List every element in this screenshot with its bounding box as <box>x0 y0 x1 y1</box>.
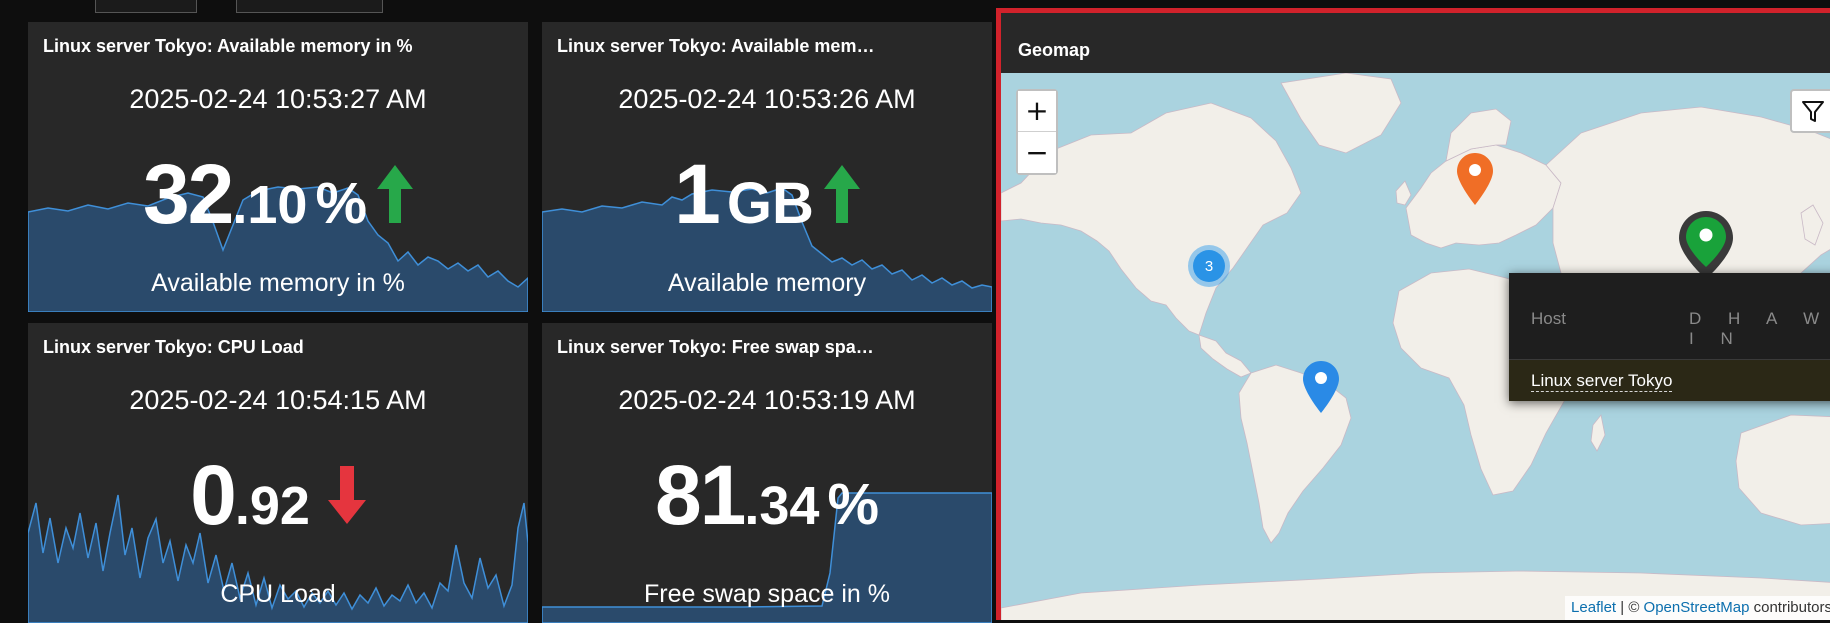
marker-cluster[interactable]: 3 <box>1188 245 1230 287</box>
map-marker-orange[interactable] <box>1457 153 1493 210</box>
trend-up-arrow-icon <box>823 165 860 228</box>
cluster-count: 3 <box>1193 250 1225 282</box>
widget-title: Linux server Tokyo: Available mem… <box>557 36 875 56</box>
attribution-separator: | © <box>1616 599 1644 616</box>
top-tab-strip <box>0 0 1000 13</box>
widget-value: 81.34% <box>542 447 992 544</box>
value-decimal: .10 <box>232 175 308 235</box>
widget-description: Free swap space in % <box>644 580 890 608</box>
widget-value: 32.10% <box>28 146 528 243</box>
leaflet-link[interactable]: Leaflet <box>1571 599 1616 616</box>
widget-title: Linux server Tokyo: Available memory in … <box>43 36 413 56</box>
map-pin-icon <box>1457 153 1493 205</box>
tooltip-severity-columns: D H A W I N <box>1689 309 1830 348</box>
map-pin-icon <box>1679 211 1733 279</box>
value-unit: % <box>315 171 368 236</box>
openstreetmap-link[interactable]: OpenStreetMap <box>1644 599 1750 616</box>
trend-up-arrow-icon <box>377 165 414 228</box>
value-decimal: .92 <box>234 476 310 536</box>
tooltip-header: Host D H A W I N <box>1509 273 1830 360</box>
geomap-widget[interactable]: Geomap + − 3 Host D H A W I N Linux serv… <box>996 8 1830 620</box>
widget-timestamp: 2025-02-24 10:54:15 AM <box>129 385 427 415</box>
widget-value: 0.92 <box>28 447 528 544</box>
host-tooltip: Host D H A W I N Linux server Tokyo <box>1509 273 1830 401</box>
map-attribution: Leaflet | © OpenStreetMap contributors <box>1565 596 1830 620</box>
item-value-widget-available-memory-pct[interactable]: Linux server Tokyo: Available memory in … <box>28 22 528 312</box>
trend-down-arrow-icon <box>327 466 366 529</box>
map-marker-blue[interactable] <box>1303 361 1339 418</box>
widget-value: 1 GB <box>542 146 992 243</box>
host-link[interactable]: Linux server Tokyo <box>1531 371 1673 392</box>
top-tab-2[interactable] <box>236 0 383 13</box>
widget-description: Available memory <box>667 269 867 297</box>
value-integer: 32 <box>142 147 234 241</box>
widget-description: CPU Load <box>220 580 336 608</box>
zoom-in-button[interactable]: + <box>1018 91 1056 132</box>
widget-timestamp: 2025-02-24 10:53:27 AM <box>129 84 427 114</box>
zoom-out-button[interactable]: − <box>1018 132 1056 173</box>
filter-icon <box>1802 101 1824 122</box>
zoom-control: + − <box>1016 89 1058 175</box>
map-pin-icon <box>1303 361 1339 413</box>
filter-button[interactable] <box>1790 89 1830 133</box>
item-value-widget-available-memory[interactable]: Linux server Tokyo: Available mem… 2025-… <box>542 22 992 312</box>
item-value-widget-free-swap[interactable]: Linux server Tokyo: Free swap spa… 2025-… <box>542 323 992 623</box>
value-decimal: .34 <box>744 476 820 536</box>
tooltip-host-column: Host <box>1531 309 1566 328</box>
world-map[interactable]: + − 3 Host D H A W I N Linux server Toky… <box>1001 73 1830 620</box>
geomap-title: Geomap <box>1018 40 1091 60</box>
item-value-widget-cpu-load[interactable]: Linux server Tokyo: CPU Load 2025-02-24 … <box>28 323 528 623</box>
widget-timestamp: 2025-02-24 10:53:19 AM <box>618 385 916 415</box>
value-integer: 0 <box>190 448 237 542</box>
attribution-tail: contributors <box>1749 599 1830 616</box>
widget-title: Linux server Tokyo: CPU Load <box>43 337 304 357</box>
widget-timestamp: 2025-02-24 10:53:26 AM <box>618 84 916 114</box>
top-tab-1[interactable] <box>95 0 197 13</box>
value-integer: 81 <box>654 448 746 542</box>
tooltip-host-row: Linux server Tokyo <box>1509 360 1830 401</box>
value-unit: % <box>827 472 880 537</box>
value-unit: GB <box>726 171 814 236</box>
value-integer: 1 <box>674 147 721 241</box>
widget-description: Available memory in % <box>151 269 405 297</box>
widget-title: Linux server Tokyo: Free swap spa… <box>557 337 874 357</box>
